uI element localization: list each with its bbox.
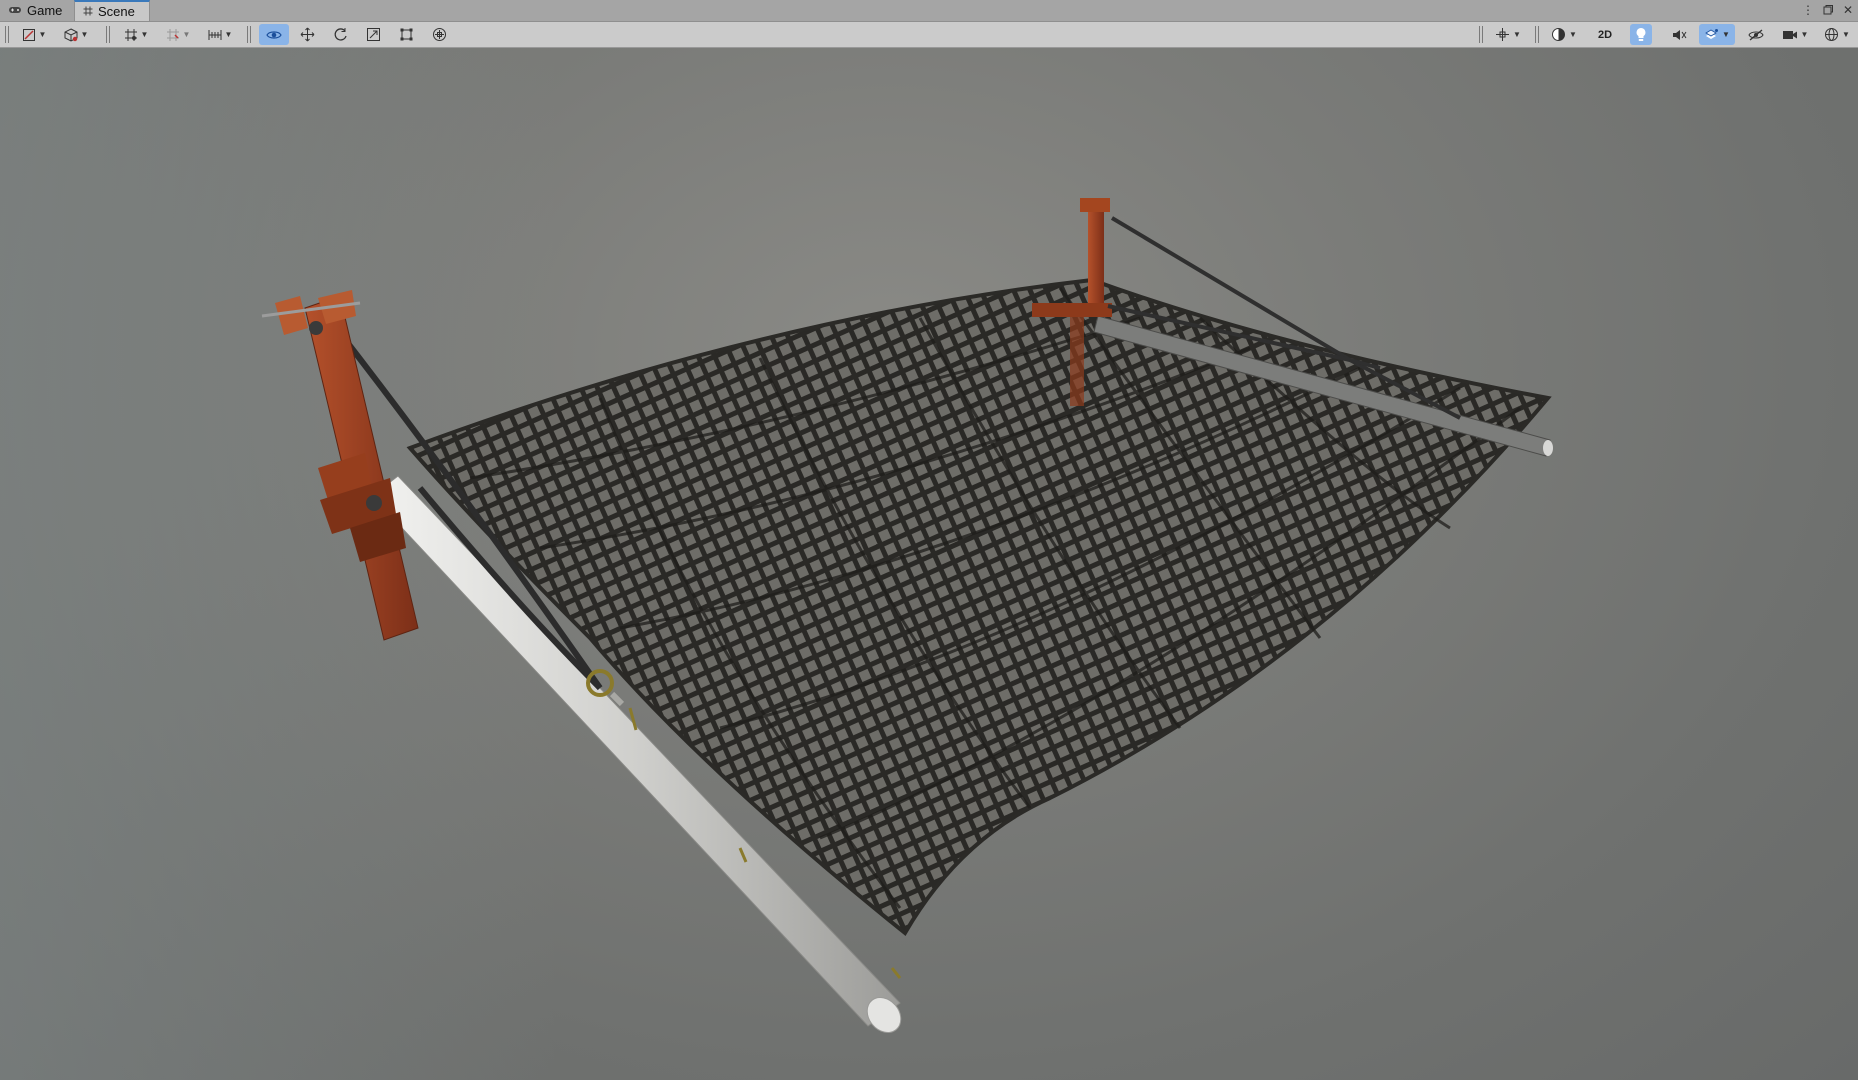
chevron-down-icon: ▼ — [38, 30, 47, 39]
draw-mode-dropdown[interactable]: ▼ — [16, 24, 52, 45]
mode-2d-toggle[interactable]: 2D — [1590, 24, 1620, 45]
lighting-icon — [1635, 27, 1647, 42]
audio-toggle[interactable] — [1666, 24, 1692, 45]
increment-snap-dropdown[interactable]: ▼ — [160, 24, 196, 45]
scale-tool-button[interactable] — [359, 24, 387, 45]
chevron-down-icon: ▼ — [80, 30, 89, 39]
pivot-dropdown[interactable]: ▼ — [1490, 24, 1526, 45]
view-tool-button[interactable] — [259, 24, 289, 45]
left-bracket — [261, 290, 419, 641]
toolbar-grip[interactable] — [106, 26, 110, 43]
render-mode-dropdown[interactable]: ▼ — [58, 24, 94, 45]
transform-tool-button[interactable] — [425, 24, 453, 45]
camera-icon — [1782, 29, 1798, 41]
rotate-tool-icon — [333, 27, 348, 42]
draw-mode-icon — [22, 28, 36, 42]
render-mode-icon — [64, 27, 78, 42]
increment-snap-icon — [166, 28, 180, 42]
hash-icon — [83, 4, 93, 19]
effects-icon — [1704, 28, 1719, 42]
shading-icon — [1551, 27, 1566, 42]
hammock-net-model[interactable] — [0, 48, 1858, 1080]
maximize-icon[interactable] — [1822, 2, 1834, 18]
effects-dropdown[interactable]: ▼ — [1699, 24, 1735, 45]
scene-toolbar: ▼ ▼ ▼ ▼ ▼ ▼ ▼ 2D ▼ ▼ ▼ — [0, 22, 1858, 48]
rotate-tool-button[interactable] — [326, 24, 354, 45]
eye-icon — [266, 29, 282, 41]
back-pipe-cap — [1543, 440, 1553, 456]
align-dropdown[interactable]: ▼ — [202, 24, 238, 45]
kebab-menu-icon[interactable]: ⋮ — [1802, 2, 1814, 18]
scene-viewport[interactable] — [0, 48, 1858, 1080]
transform-tool-icon — [432, 27, 447, 42]
net-mesh — [406, 277, 1552, 937]
tab-scene-label: Scene — [98, 4, 135, 19]
tab-game-label: Game — [27, 3, 63, 18]
mode-2d-label: 2D — [1597, 28, 1613, 41]
grid-snap-icon — [124, 28, 138, 42]
rect-tool-icon — [399, 27, 414, 42]
pivot-icon — [1495, 27, 1510, 42]
tab-scene[interactable]: Scene — [74, 0, 150, 21]
align-icon — [208, 28, 222, 42]
chevron-down-icon: ▼ — [224, 30, 233, 39]
chevron-down-icon: ▼ — [1513, 30, 1521, 39]
camera-dropdown[interactable]: ▼ — [1777, 24, 1813, 45]
toolbar-grip[interactable] — [247, 26, 251, 43]
rect-tool-button[interactable] — [392, 24, 420, 45]
gamepad-icon — [8, 3, 22, 18]
close-icon[interactable]: ✕ — [1842, 2, 1854, 18]
scene-visibility-toggle[interactable] — [1742, 24, 1770, 45]
move-tool-button[interactable] — [293, 24, 321, 45]
visibility-icon — [1748, 29, 1764, 41]
gizmos-icon — [1824, 27, 1839, 42]
chevron-down-icon: ▼ — [1569, 30, 1577, 39]
tab-game[interactable]: Game — [0, 0, 70, 21]
grid-snap-dropdown[interactable]: ▼ — [118, 24, 154, 45]
audio-icon — [1672, 28, 1687, 42]
chevron-down-icon: ▼ — [1842, 30, 1850, 39]
chevron-down-icon: ▼ — [140, 30, 149, 39]
scale-tool-icon — [366, 27, 381, 42]
move-tool-icon — [300, 27, 315, 42]
window-tab-bar: Game Scene ⋮ ✕ — [0, 0, 1858, 22]
chevron-down-icon: ▼ — [1800, 30, 1809, 39]
shading-mode-dropdown[interactable]: ▼ — [1546, 24, 1582, 45]
chevron-down-icon: ▼ — [1722, 30, 1730, 39]
lighting-toggle[interactable] — [1630, 24, 1652, 45]
toolbar-grip[interactable] — [1535, 26, 1539, 43]
toolbar-grip[interactable] — [1479, 26, 1483, 43]
chevron-down-icon: ▼ — [182, 30, 191, 39]
toolbar-grip[interactable] — [5, 26, 9, 43]
gizmos-dropdown[interactable]: ▼ — [1819, 24, 1855, 45]
